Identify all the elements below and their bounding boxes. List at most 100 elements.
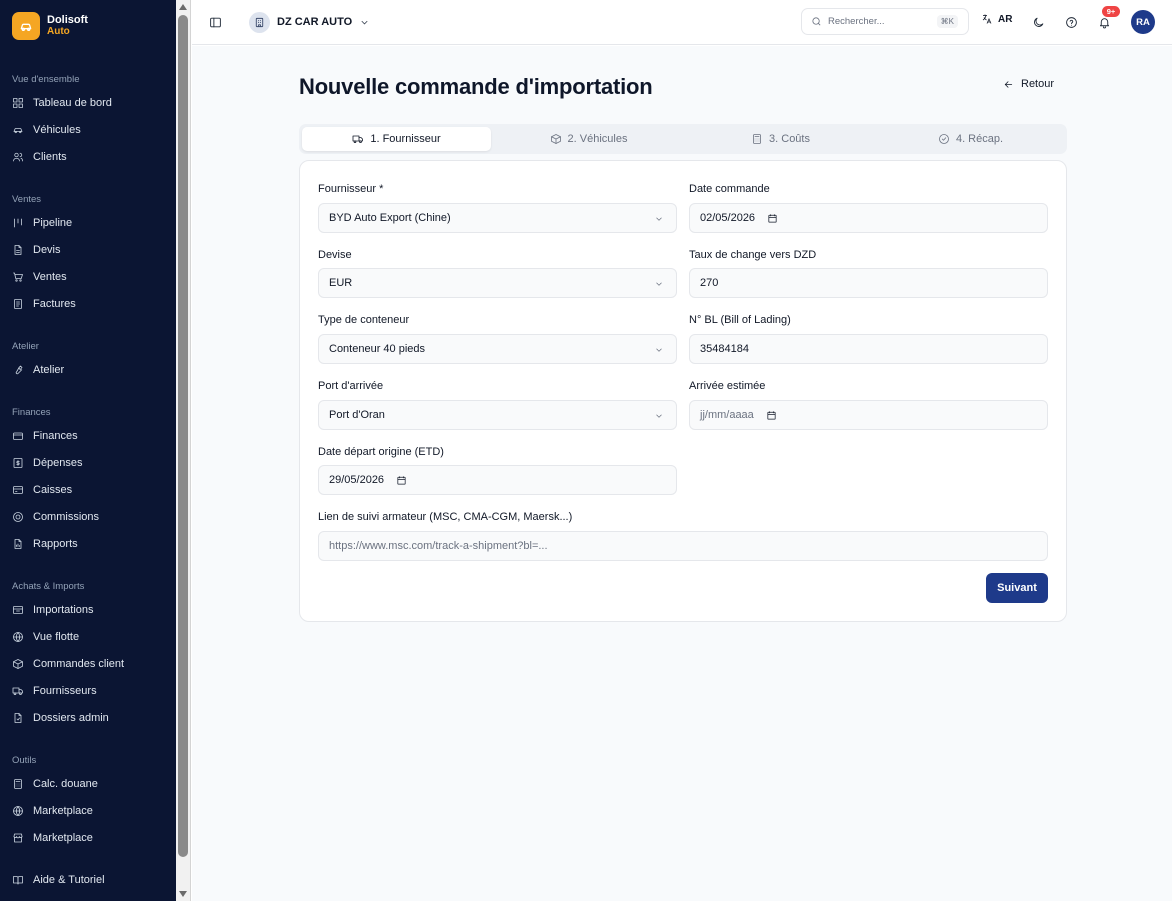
bell-icon	[1099, 17, 1109, 28]
scroll-thumb[interactable]	[178, 15, 188, 857]
section-title: Ventes	[12, 194, 42, 205]
sidebar-item-label: Clients	[33, 151, 67, 163]
departure-date-label: Date départ origine (ETD)	[318, 446, 444, 458]
kanban-icon	[14, 218, 22, 228]
store-icon	[13, 833, 23, 843]
tab-label: 3. Coûts	[769, 133, 810, 145]
calculator-icon	[14, 779, 22, 789]
theme-toggle-button[interactable]	[1028, 12, 1048, 32]
receipt-icon	[14, 299, 22, 309]
scroll-up-arrow-icon[interactable]	[179, 4, 187, 10]
sidebar-item-label: Marketplace	[33, 832, 93, 844]
exchange-rate-input[interactable]: 270	[689, 268, 1048, 298]
estimated-arrival-input[interactable]: jj/mm/aaaa	[689, 400, 1048, 430]
user-avatar[interactable]: RA	[1131, 10, 1155, 34]
sidebar-item-reports[interactable]: Rapports	[12, 534, 78, 554]
back-label: Retour	[1021, 78, 1055, 90]
order-date-label: Date commande	[689, 183, 770, 195]
sidebar-item-label: Finances	[33, 430, 78, 442]
tab-costs[interactable]: 3. Coûts	[686, 127, 875, 151]
sidebar-item-commissions[interactable]: Commissions	[12, 507, 99, 527]
toggle-sidebar-button[interactable]	[205, 12, 225, 32]
order-date-input[interactable]: 02/05/2026	[689, 203, 1048, 233]
currency-select[interactable]: EUR	[318, 268, 677, 298]
cart-icon	[13, 272, 23, 282]
tracking-link-placeholder: https://www.msc.com/track-a-shipment?bl=…	[329, 540, 548, 552]
sidebar-item-fleet-view[interactable]: Vue flotte	[12, 627, 79, 647]
sidebar-item-label: Fournisseurs	[33, 685, 97, 697]
sidebar: Dolisoft Auto Vue d'ensemble Tableau de …	[0, 0, 176, 901]
language-switcher[interactable]: AR	[981, 13, 1012, 25]
sidebar-item-admin-files[interactable]: Dossiers admin	[12, 708, 109, 728]
departure-date-input[interactable]: 29/05/2026	[318, 465, 677, 495]
brand-sub: Auto	[47, 26, 70, 37]
help-button[interactable]	[1061, 12, 1081, 32]
sidebar-item-finances[interactable]: Finances	[12, 426, 78, 446]
search-input[interactable]: Rechercher... ⌘K	[801, 8, 969, 35]
tab-supplier[interactable]: 1. Fournisseur	[302, 127, 491, 151]
next-button[interactable]: Suivant	[986, 573, 1048, 603]
sidebar-item-pipeline[interactable]: Pipeline	[12, 213, 72, 233]
truck-icon	[352, 135, 364, 144]
notifications-badge: 9+	[1102, 6, 1120, 17]
estimated-arrival-label: Arrivée estimée	[689, 380, 766, 392]
sidebar-item-dashboard[interactable]: Tableau de bord	[12, 93, 112, 113]
sidebar-item-clients[interactable]: Clients	[12, 147, 67, 167]
car-logo-icon	[12, 12, 40, 40]
ship-icon	[13, 606, 23, 614]
sidebar-item-cashboxes[interactable]: Caisses	[12, 480, 72, 500]
supplier-value: BYD Auto Export (Chine)	[329, 212, 451, 224]
wallet-icon	[13, 432, 23, 440]
sidebar-item-sales[interactable]: Ventes	[12, 267, 67, 287]
sidebar-item-customs-calc[interactable]: Calc. douane	[12, 774, 98, 794]
top-header: DZ CAR AUTO Rechercher... ⌘K AR 9+ RA	[192, 0, 1172, 45]
sidebar-item-label: Caisses	[33, 484, 73, 496]
sidebar-item-label: Vue flotte	[33, 631, 80, 643]
sidebar-item-label: Rapports	[33, 538, 78, 550]
calendar-icon[interactable]	[767, 213, 778, 224]
calendar-icon[interactable]	[396, 475, 407, 486]
tab-label: 2. Véhicules	[567, 133, 628, 145]
report-icon	[14, 539, 22, 549]
sidebar-item-vehicles[interactable]: Véhicules	[12, 120, 81, 140]
sidebar-item-marketplace-store[interactable]: Marketplace	[12, 828, 93, 848]
back-button[interactable]: Retour	[1003, 78, 1054, 90]
section-title: Outils	[12, 755, 37, 766]
sidebar-item-label: Ventes	[33, 271, 67, 283]
sidebar-scrollbar[interactable]	[176, 0, 191, 901]
sidebar-item-client-orders[interactable]: Commandes client	[12, 654, 124, 674]
language-label: AR	[998, 13, 1013, 25]
sidebar-item-workshop[interactable]: Atelier	[12, 360, 64, 380]
tab-vehicles[interactable]: 2. Véhicules	[494, 127, 683, 151]
building-icon	[255, 17, 264, 27]
sidebar-item-quotes[interactable]: Devis	[12, 240, 61, 260]
bl-number-input[interactable]: 35484184	[689, 334, 1048, 364]
sidebar-item-expenses[interactable]: Dépenses	[12, 453, 83, 473]
company-avatar	[249, 11, 270, 33]
sidebar-item-invoices[interactable]: Factures	[12, 294, 76, 314]
truck-icon	[12, 687, 23, 696]
company-switcher[interactable]: DZ CAR AUTO	[249, 11, 370, 33]
calendar-icon[interactable]	[766, 410, 777, 421]
bl-number-label: N° BL (Bill of Lading)	[689, 314, 791, 326]
tab-summary[interactable]: 4. Récap.	[876, 127, 1065, 151]
sidebar-item-imports[interactable]: Importations	[12, 600, 94, 620]
sidebar-item-suppliers[interactable]: Fournisseurs	[12, 681, 97, 701]
folder-file-icon	[14, 713, 22, 723]
banknote-icon	[13, 458, 23, 468]
currency-label: Devise	[318, 249, 352, 261]
arrival-port-select[interactable]: Port d'Oran	[318, 400, 677, 430]
scroll-down-arrow-icon[interactable]	[179, 891, 187, 897]
sidebar-item-label: Atelier	[33, 364, 65, 376]
search-shortcut: ⌘K	[936, 15, 958, 28]
moon-icon	[1033, 17, 1043, 27]
sidebar-item-help[interactable]: Aide & Tutoriel	[12, 870, 105, 890]
supplier-select[interactable]: BYD Auto Export (Chine)	[318, 203, 677, 233]
book-icon	[13, 876, 23, 885]
brand[interactable]: Dolisoft Auto	[12, 12, 88, 40]
sidebar-item-marketplace-globe[interactable]: Marketplace	[12, 801, 93, 821]
container-type-select[interactable]: Conteneur 40 pieds	[318, 334, 677, 364]
tracking-link-input[interactable]: https://www.msc.com/track-a-shipment?bl=…	[318, 531, 1048, 561]
sidebar-item-label: Commandes client	[33, 658, 125, 670]
sidebar-item-label: Dossiers admin	[33, 712, 109, 724]
